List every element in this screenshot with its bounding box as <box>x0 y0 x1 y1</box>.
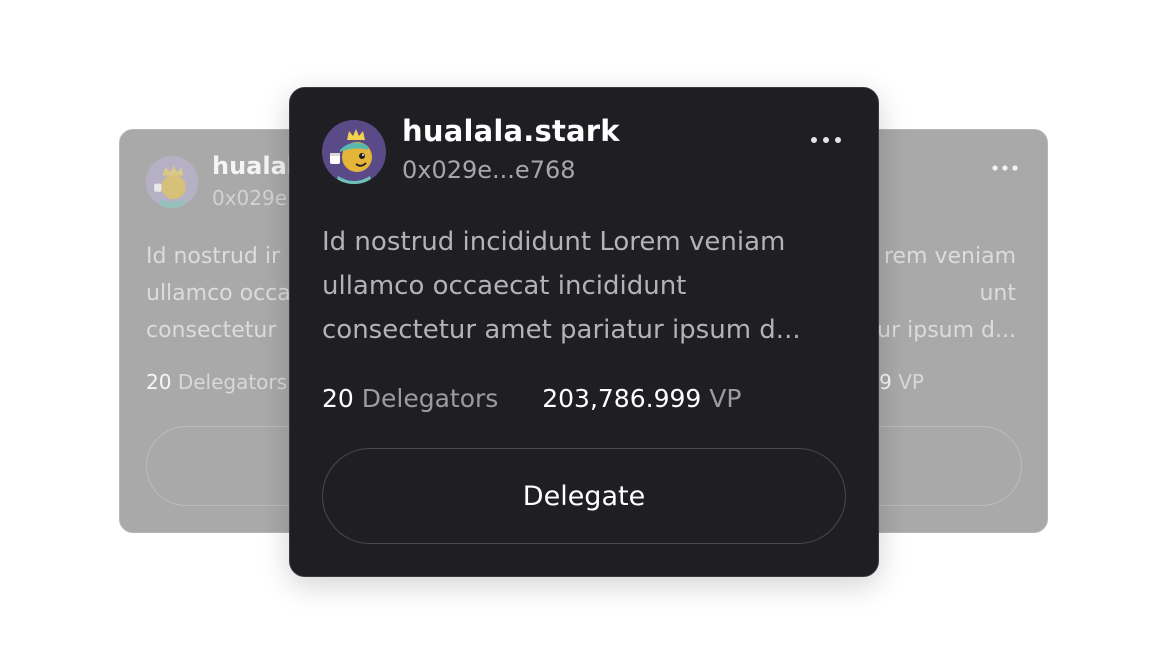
delegate-description: Id nostrud incididunt Lorem veniam ullam… <box>322 220 846 352</box>
avatar-image <box>146 156 198 208</box>
delegate-stats: 20 Delegators 203,786.999 VP <box>322 384 741 413</box>
background-avatar <box>146 156 198 208</box>
description-line: consectetur amet pariatur ipsum d... <box>322 315 801 345</box>
background-address: 0x029e <box>212 186 288 210</box>
avatar <box>322 120 386 184</box>
background-more-icon <box>991 160 1019 174</box>
avatar-image <box>322 120 386 184</box>
description-line: Id nostrud incididunt Lorem veniam <box>322 227 786 257</box>
voting-power-label: VP <box>709 384 742 413</box>
delegators-count: 20 <box>322 384 354 413</box>
description-line: ullamco occaecat incididunt <box>322 271 687 301</box>
delegate-card: hualala.stark 0x029e...e768 Id nostrud i… <box>289 87 879 577</box>
more-options-button[interactable] <box>808 128 844 152</box>
delegate-address: 0x029e...e768 <box>402 156 576 184</box>
delegators-label: Delegators <box>361 384 499 413</box>
page: hualala 0x029e Id nostrud ir rem veniam … <box>0 0 1168 664</box>
voting-power-value: 203,786.999 <box>542 384 702 413</box>
delegate-button[interactable]: Delegate <box>322 448 846 544</box>
more-horizontal-icon <box>811 137 841 143</box>
delegate-name: hualala.stark <box>402 114 620 148</box>
